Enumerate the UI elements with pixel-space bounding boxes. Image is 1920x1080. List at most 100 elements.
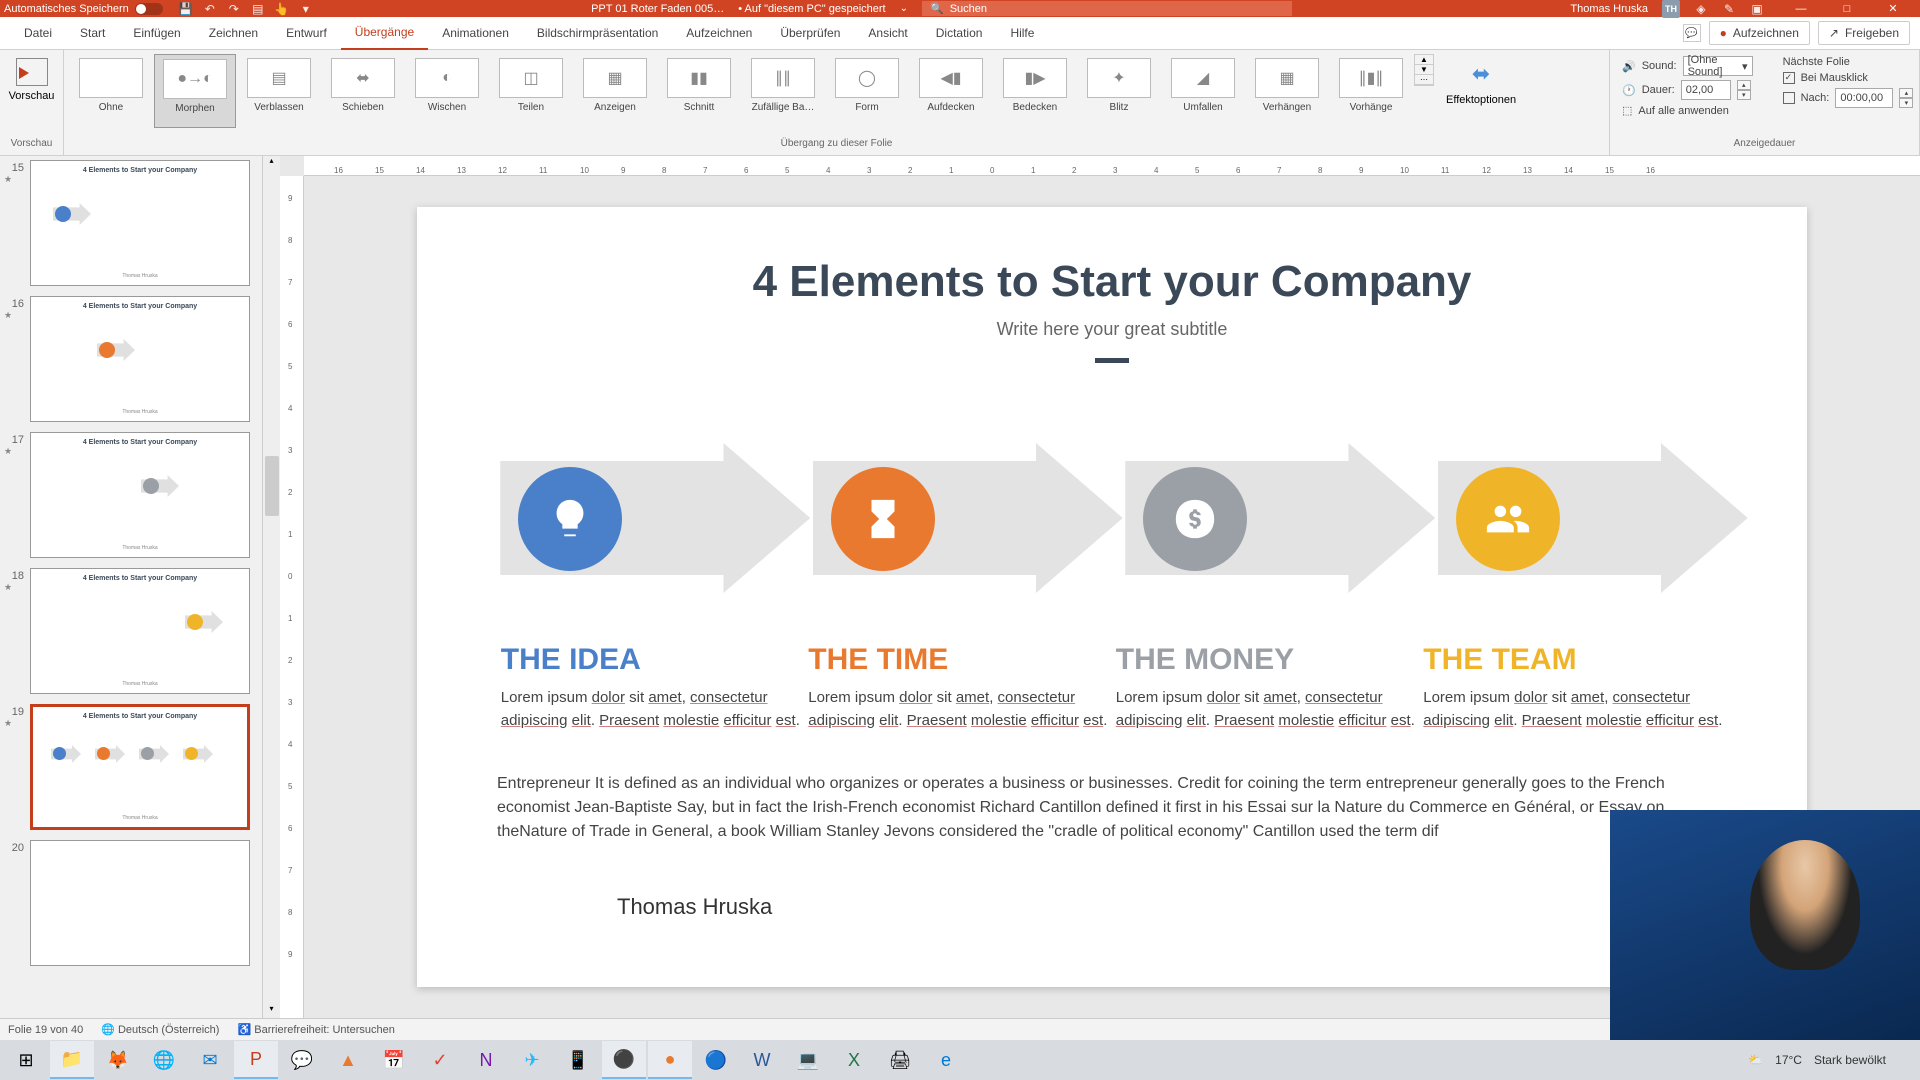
tab-hilfe[interactable]: Hilfe [996, 17, 1048, 50]
arrow-idea[interactable] [488, 433, 798, 603]
document-name[interactable]: PPT 01 Roter Faden 005… [591, 3, 724, 15]
slide-canvas[interactable]: 4 Elements to Start your Company Write h… [417, 207, 1807, 987]
explorer-icon[interactable]: 📁 [50, 1041, 94, 1079]
transition-teilen[interactable]: ◫Teilen [490, 54, 572, 128]
after-time-input[interactable]: 00:00,00 [1835, 88, 1893, 108]
more-qat-icon[interactable]: ▾ [299, 2, 313, 16]
firefox-icon[interactable]: 🦊 [96, 1041, 140, 1079]
record-button[interactable]: ●Aufzeichnen [1709, 21, 1810, 45]
weather-temp[interactable]: 17°C [1775, 1053, 1802, 1067]
language-indicator[interactable]: 🌐 Deutsch (Österreich) [101, 1023, 219, 1036]
recording-icon[interactable]: ● [648, 1041, 692, 1079]
transition-vorhange[interactable]: ∥▮∥Vorhänge [1330, 54, 1412, 128]
comments-icon[interactable]: 💬 [1683, 24, 1701, 42]
transition-umfallen[interactable]: ◢Umfallen [1162, 54, 1244, 128]
after-spinner[interactable]: ▴▾ [1899, 88, 1913, 108]
calendar-icon[interactable]: 📅 [372, 1041, 416, 1079]
slide-author[interactable]: Thomas Hruska [477, 894, 1747, 920]
column-idea[interactable]: THE IDEA Lorem ipsum dolor sit amet, con… [501, 643, 801, 732]
slide-thumb-15[interactable]: 4 Elements to Start your Company Thomas … [30, 160, 250, 286]
teams-icon[interactable]: 💬 [280, 1041, 324, 1079]
transition-form[interactable]: ◯Form [826, 54, 908, 128]
user-avatar[interactable]: TH [1662, 0, 1680, 18]
telegram-icon[interactable]: ✈ [510, 1041, 554, 1079]
tab-start[interactable]: Start [66, 17, 119, 50]
transition-schieben[interactable]: ⬌Schieben [322, 54, 404, 128]
arrow-time[interactable] [801, 433, 1111, 603]
after-checkbox[interactable] [1783, 92, 1795, 104]
tab-zeichnen[interactable]: Zeichnen [195, 17, 272, 50]
diamond-icon[interactable]: ◈ [1694, 2, 1708, 16]
tab-aufzeichnen[interactable]: Aufzeichnen [672, 17, 766, 50]
transition-zufall[interactable]: ∥∥Zufällige Ba… [742, 54, 824, 128]
horizontal-ruler[interactable]: 1615141312111098765432101234567891011121… [304, 156, 1920, 176]
redo-icon[interactable]: ↷ [227, 2, 241, 16]
tab-einfugen[interactable]: Einfügen [119, 17, 194, 50]
animation-star-icon[interactable]: ★ [4, 174, 24, 185]
slide-thumb-17[interactable]: 4 Elements to Start your Company Thomas … [30, 432, 250, 558]
word-icon[interactable]: W [740, 1041, 784, 1079]
tab-ubergange[interactable]: Übergänge [341, 17, 428, 50]
eyedrop-icon[interactable]: ✎ [1722, 2, 1736, 16]
mouseclick-checkbox[interactable] [1783, 72, 1795, 84]
slide-thumb-20[interactable] [30, 840, 250, 966]
arrow-money[interactable] [1113, 433, 1423, 603]
transition-verblassen[interactable]: ▤Verblassen [238, 54, 320, 128]
transition-anzeigen[interactable]: ▦Anzeigen [574, 54, 656, 128]
duration-spinner[interactable]: ▴▾ [1737, 80, 1751, 100]
maximize-button[interactable]: □ [1824, 0, 1870, 17]
app3-icon[interactable]: 💻 [786, 1041, 830, 1079]
apply-all-button[interactable]: ⬚Auf alle anwenden [1622, 104, 1753, 117]
present-icon[interactable]: ▤ [251, 2, 265, 16]
tab-dictation[interactable]: Dictation [922, 17, 997, 50]
onenote-icon[interactable]: N [464, 1041, 508, 1079]
edge-icon[interactable]: e [924, 1041, 968, 1079]
excel-icon[interactable]: X [832, 1041, 876, 1079]
app4-icon[interactable]: 🖨 [878, 1041, 922, 1079]
undo-icon[interactable]: ↶ [203, 2, 217, 16]
preview-button[interactable]: Vorschau [6, 54, 57, 106]
slide-thumb-19[interactable]: 4 Elements to Start your Company Thomas … [30, 704, 250, 830]
slide-thumb-18[interactable]: 4 Elements to Start your Company Thomas … [30, 568, 250, 694]
gallery-more[interactable]: ▲▼⋯ [1414, 54, 1434, 86]
tab-bildschirm[interactable]: Bildschirmpräsentation [523, 17, 672, 50]
animation-star-icon[interactable]: ★ [4, 446, 24, 457]
accessibility-status[interactable]: ♿ Barrierefreiheit: Untersuchen [237, 1023, 394, 1036]
tab-entwurf[interactable]: Entwurf [272, 17, 341, 50]
column-money[interactable]: THE MONEY Lorem ipsum dolor sit amet, co… [1116, 643, 1416, 732]
duration-input[interactable]: 02,00 [1681, 80, 1731, 100]
todoist-icon[interactable]: ✓ [418, 1041, 462, 1079]
window-icon[interactable]: ▣ [1750, 2, 1764, 16]
transition-verhangen[interactable]: ▦Verhängen [1246, 54, 1328, 128]
sound-dropdown[interactable]: [Ohne Sound]▾ [1683, 56, 1753, 76]
app2-icon[interactable]: 🔵 [694, 1041, 738, 1079]
slide-title[interactable]: 4 Elements to Start your Company [477, 257, 1747, 307]
animation-star-icon[interactable]: ★ [4, 582, 24, 593]
column-time[interactable]: THE TIME Lorem ipsum dolor sit amet, con… [808, 643, 1108, 732]
tab-animationen[interactable]: Animationen [428, 17, 523, 50]
transition-blitz[interactable]: ✦Blitz [1078, 54, 1160, 128]
panel-scrollbar[interactable]: ▴ ▾ [262, 156, 280, 1018]
transition-morphen[interactable]: ●→◐Morphen [154, 54, 236, 128]
start-button[interactable]: ⊞ [4, 1041, 48, 1079]
arrow-team[interactable] [1426, 433, 1736, 603]
chrome-icon[interactable]: 🌐 [142, 1041, 186, 1079]
powerpoint-icon[interactable]: P [234, 1041, 278, 1079]
user-name[interactable]: Thomas Hruska [1570, 3, 1648, 15]
transition-ohne[interactable]: Ohne [70, 54, 152, 128]
search-box[interactable]: 🔍 Suchen [922, 1, 1292, 16]
app-icon[interactable]: 📱 [556, 1041, 600, 1079]
slide-subtitle[interactable]: Write here your great subtitle [477, 319, 1747, 340]
obs-icon[interactable]: ⚫ [602, 1041, 646, 1079]
vertical-ruler[interactable]: 9876543210123456789 [280, 176, 304, 1018]
minimize-button[interactable]: — [1778, 0, 1824, 17]
slide-thumb-16[interactable]: 4 Elements to Start your Company Thomas … [30, 296, 250, 422]
tab-datei[interactable]: Datei [10, 17, 66, 50]
transition-bedecken[interactable]: ▮▶Bedecken [994, 54, 1076, 128]
effekt-options-button[interactable]: ⬌ Effektoptionen [1436, 54, 1526, 110]
animation-star-icon[interactable]: ★ [4, 718, 24, 729]
vlc-icon[interactable]: ▲ [326, 1041, 370, 1079]
share-button[interactable]: ↗Freigeben [1818, 21, 1910, 45]
slide-paragraph[interactable]: Entrepreneur It is defined as an individ… [477, 772, 1747, 844]
tab-uberprufen[interactable]: Überprüfen [766, 17, 854, 50]
